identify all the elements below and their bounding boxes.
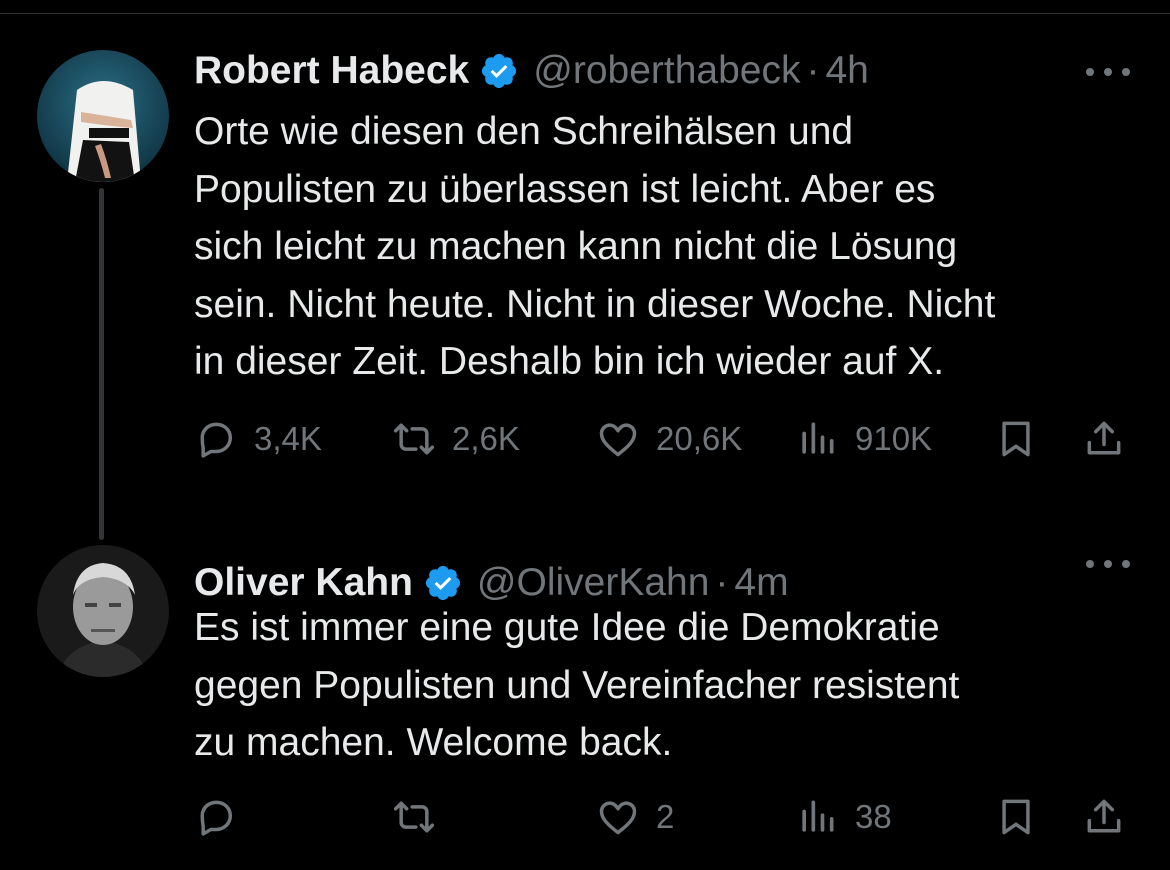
tweet-actions: 3,4K 2,6K 20,6K 910K [0,414,1170,464]
retweet-icon [393,423,435,455]
heart-icon [599,423,637,457]
verified-badge-icon [482,53,517,89]
views-button[interactable]: 910K [795,414,932,464]
bookmark-button[interactable] [994,414,1038,464]
retweet-count: 2,6K [452,420,520,457]
share-button[interactable] [1082,792,1126,842]
separator-dot: · [806,49,820,92]
bookmark-button[interactable] [994,792,1038,842]
reply-button[interactable] [194,792,254,842]
reply-count: 3,4K [254,420,322,457]
tweet-actions: 2 38 [0,792,1170,842]
share-button[interactable] [1082,414,1126,464]
avatar[interactable] [37,50,169,182]
share-icon [1087,799,1121,833]
tweet-text: Orte wie diesen den Schreihälsen und Pop… [194,110,996,383]
tweet-text: Es ist immer eine gute Idee die Demokrat… [194,606,960,764]
view-count: 38 [855,798,892,835]
like-count: 2 [656,798,675,835]
views-bar-chart-icon [802,422,834,454]
tweet[interactable]: Robert Habeck @roberthabeck · 4h Orte wi… [0,0,1170,520]
like-count: 20,6K [656,420,743,457]
bookmark-icon [1002,799,1030,835]
bookmark-icon [1002,421,1030,457]
reply-icon [200,800,233,836]
reply-button[interactable]: 3,4K [194,414,322,464]
view-count: 910K [855,420,933,457]
avatar[interactable] [37,545,169,677]
retweet-button[interactable] [392,792,452,842]
display-name[interactable]: Robert Habeck [194,49,469,93]
verified-badge-icon [425,565,460,601]
retweet-icon [393,801,435,833]
like-button[interactable]: 2 [596,792,674,842]
heart-icon [599,801,637,835]
retweet-button[interactable]: 2,6K [392,414,520,464]
views-bar-chart-icon [802,800,834,832]
more-horizontal-icon[interactable] [1086,552,1130,576]
timestamp[interactable]: 4h [825,49,868,93]
share-icon [1087,421,1121,455]
like-button[interactable]: 20,6K [596,414,742,464]
tweet[interactable]: Oliver Kahn @OliverKahn · 4m Es ist imme… [0,520,1170,870]
reply-icon [200,422,233,458]
tweet-header: Robert Habeck @roberthabeck · 4h [194,49,869,93]
handle[interactable]: @roberthabeck [533,49,800,93]
more-horizontal-icon[interactable] [1086,60,1130,84]
views-button[interactable]: 38 [795,792,892,842]
